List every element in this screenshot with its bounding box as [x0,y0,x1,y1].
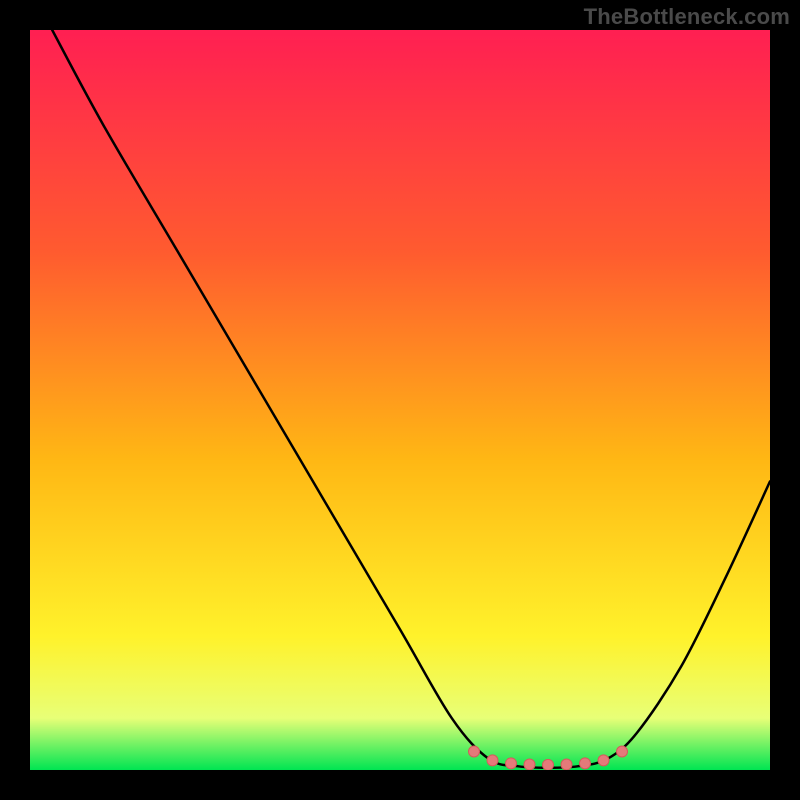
curve-marker [543,759,554,770]
curve-markers [469,746,628,770]
curve-layer [30,30,770,770]
plot-area [30,30,770,770]
attribution-text: TheBottleneck.com [584,4,790,30]
curve-marker [561,759,572,770]
curve-marker [506,758,517,769]
curve-marker [580,758,591,769]
curve-marker [487,755,498,766]
curve-marker [524,759,535,770]
chart-stage: TheBottleneck.com [0,0,800,800]
bottleneck-curve [52,30,770,768]
curve-marker [469,746,480,757]
curve-marker [617,746,628,757]
curve-marker [598,755,609,766]
